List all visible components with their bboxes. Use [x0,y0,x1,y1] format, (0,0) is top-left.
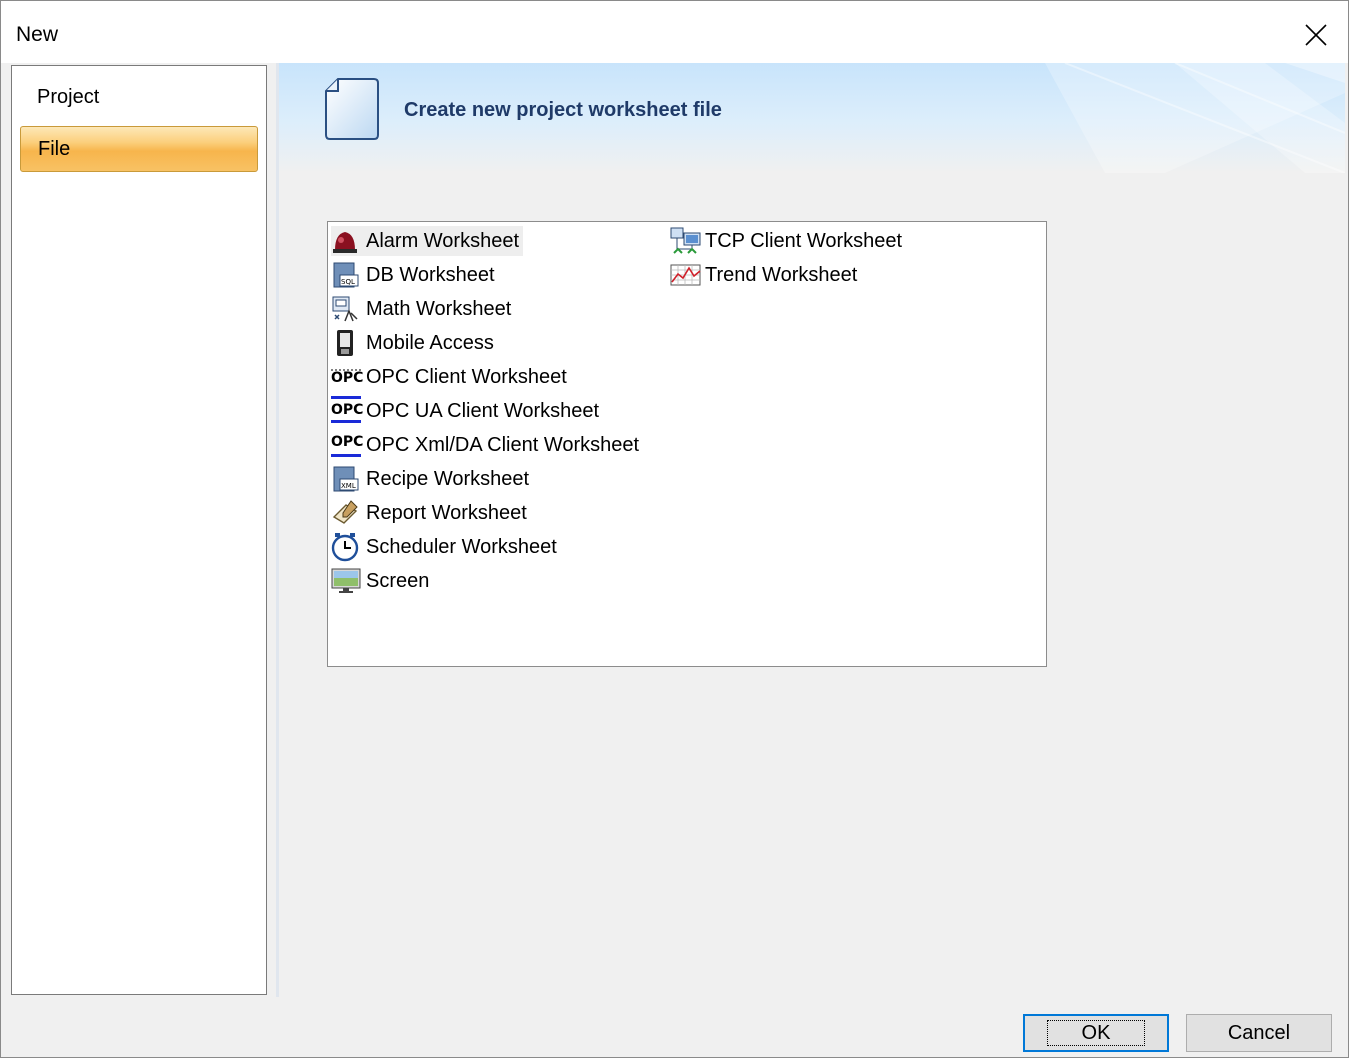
button-bar: OK Cancel [1,997,1348,1057]
opc-xml-icon: OPC [331,430,363,460]
list-item-label: Report Worksheet [366,501,527,524]
worksheet-list[interactable]: Alarm Worksheet SQL DB Worksheet Math Wo… [327,221,1047,667]
ok-button-label: OK [1046,1020,1146,1046]
sidebar-item-label: File [38,137,71,160]
close-icon [1305,24,1327,46]
list-item-scheduler-worksheet[interactable]: Scheduler Worksheet [331,532,561,562]
alarm-icon [331,226,363,256]
header-banner: Create new project worksheet file [279,63,1345,173]
list-item-label: OPC UA Client Worksheet [366,399,600,422]
list-item-math-worksheet[interactable]: Math Worksheet [331,294,515,324]
scheduler-icon [331,532,363,562]
list-item-label: OPC Client Worksheet [366,365,567,388]
ok-button[interactable]: OK [1023,1014,1169,1052]
svg-text:OPC: OPC [331,370,363,386]
sidebar-item-file[interactable]: File [20,126,258,172]
list-item-label: Recipe Worksheet [366,467,530,490]
list-item-opc-client-worksheet[interactable]: OPC OPC Client Worksheet [331,362,571,392]
list-item-opc-xml-da-client-worksheet[interactable]: OPC OPC Xml/DA Client Worksheet [331,430,643,460]
list-item-trend-worksheet[interactable]: Trend Worksheet [670,260,861,290]
category-sidebar: Project File [11,65,267,995]
list-item-recipe-worksheet[interactable]: XML Recipe Worksheet [331,464,533,494]
recipe-icon: XML [331,464,363,494]
list-item-label: TCP Client Worksheet [705,229,903,252]
list-item-opc-ua-client-worksheet[interactable]: OPC OPC UA Client Worksheet [331,396,603,426]
cancel-button[interactable]: Cancel [1186,1014,1332,1052]
list-item-label: Scheduler Worksheet [366,535,557,558]
tcp-icon [670,226,702,256]
list-item-label: Math Worksheet [366,297,512,320]
page-title: Create new project worksheet file [404,99,722,121]
list-item-label: DB Worksheet [366,263,495,286]
title-bar: New [1,1,1348,63]
report-icon [331,498,363,528]
screen-icon [331,566,363,596]
svg-text:SQL: SQL [341,278,355,286]
list-item-report-worksheet[interactable]: Report Worksheet [331,498,531,528]
list-item-alarm-worksheet[interactable]: Alarm Worksheet [331,226,524,256]
main-panel: Create new project worksheet file Alarm … [276,63,1345,997]
mobile-icon [331,328,363,358]
list-item-screen[interactable]: Screen [331,566,433,596]
list-item-db-worksheet[interactable]: SQL DB Worksheet [331,260,499,290]
list-item-label: Alarm Worksheet [366,229,520,252]
sidebar-item-project[interactable]: Project [20,74,258,120]
sidebar-item-label: Project [37,85,100,108]
new-dialog: New Project File Create new project work… [0,0,1349,1058]
opc-ua-icon: OPC [331,396,363,426]
svg-text:OPC: OPC [331,402,363,418]
list-item-label: Mobile Access [366,331,494,354]
db-icon: SQL [331,260,363,290]
svg-text:XML: XML [341,482,356,490]
window-title: New [16,23,59,46]
close-button[interactable] [1294,15,1338,55]
cancel-button-label: Cancel [1227,1021,1291,1044]
opc-icon: OPC [331,362,363,392]
trend-icon [670,260,702,290]
list-item-mobile-access[interactable]: Mobile Access [331,328,498,358]
banner-decoration [1045,63,1345,173]
math-icon [331,294,363,324]
svg-text:OPC: OPC [331,434,363,450]
new-file-icon [325,78,379,140]
list-item-tcp-client-worksheet[interactable]: TCP Client Worksheet [670,226,906,256]
list-item-label: Trend Worksheet [705,263,858,286]
list-item-label: OPC Xml/DA Client Worksheet [366,433,640,456]
list-item-label: Screen [366,569,430,592]
